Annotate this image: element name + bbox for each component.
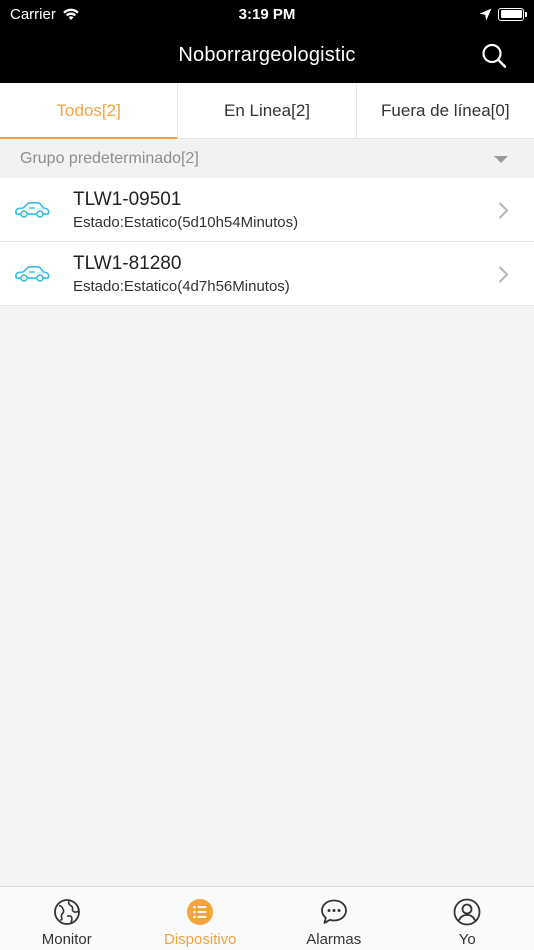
search-icon[interactable] [480, 42, 508, 70]
bottom-tab-bar: Monitor Dispositivo Alarmas Yo [0, 886, 534, 950]
chevron-right-icon [499, 202, 508, 219]
group-header[interactable]: Grupo predeterminado[2] [0, 140, 534, 178]
tabbar-item-alarmas[interactable]: Alarmas [267, 887, 401, 950]
nav-bar: Noborrargeologistic [0, 28, 534, 83]
device-row[interactable]: TLW1-81280 Estado:Estatico(4d7h56Minutos… [0, 242, 534, 306]
battery-icon [498, 7, 527, 21]
tabbar-label: Dispositivo [163, 931, 237, 948]
caret-down-icon [494, 155, 508, 163]
clock: 3:19 PM [238, 5, 296, 23]
tabbar-label: Monitor [41, 931, 92, 948]
tab-todos[interactable]: Todos[2] [0, 83, 178, 139]
device-status: Estado:Estatico(5d10h54Minutos) [73, 214, 299, 231]
globe-icon [53, 899, 80, 925]
wifi-icon [63, 8, 79, 20]
tab-en-linea[interactable]: En Linea[2] [177, 83, 355, 138]
location-arrow-icon [479, 8, 492, 20]
list-icon [187, 899, 214, 925]
car-icon [15, 202, 50, 218]
chat-bubble-icon [320, 899, 347, 924]
tabbar-item-yo[interactable]: Yo [401, 887, 534, 950]
tabbar-label: Alarmas [306, 931, 362, 948]
device-row[interactable]: TLW1-09501 Estado:Estatico(5d10h54Minuto… [0, 178, 534, 242]
tabbar-label: Yo [458, 931, 476, 948]
tabbar-item-dispositivo[interactable]: Dispositivo [134, 887, 268, 950]
status-bar: Carrier 3:19 PM [0, 0, 534, 28]
tab-fuera-de-linea[interactable]: Fuera de línea[0] [355, 83, 534, 138]
device-list: TLW1-09501 Estado:Estatico(5d10h54Minuto… [0, 178, 534, 306]
car-icon [15, 266, 50, 282]
page-title: Noborrargeologistic [178, 44, 356, 66]
person-icon [453, 898, 481, 926]
device-name: TLW1-09501 [73, 189, 182, 210]
device-status: Estado:Estatico(4d7h56Minutos) [73, 278, 290, 295]
carrier-label: Carrier [10, 5, 56, 23]
group-label: Grupo predeterminado[2] [20, 150, 199, 167]
tabbar-item-monitor[interactable]: Monitor [0, 887, 134, 950]
device-name: TLW1-81280 [73, 253, 182, 274]
chevron-right-icon [499, 266, 508, 283]
filter-tabs: Todos[2] En Linea[2] Fuera de línea[0] [0, 83, 534, 139]
